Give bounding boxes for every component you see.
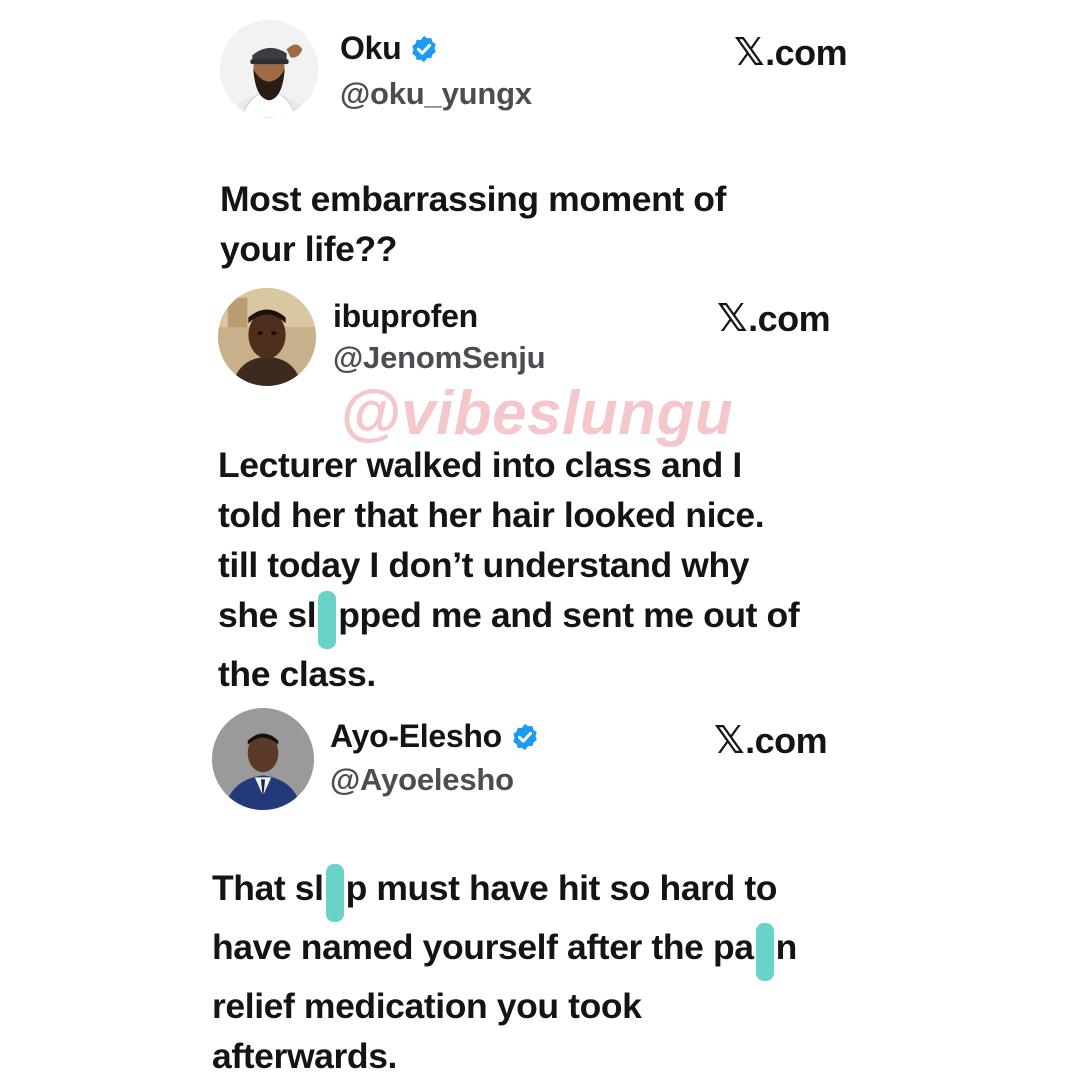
line-pre: That sl xyxy=(212,868,324,908)
line-pre: she sl xyxy=(218,595,317,635)
line-post: pped me and sent me out of xyxy=(338,595,800,635)
censor-mark xyxy=(755,923,774,981)
site-suffix: .com xyxy=(745,720,828,761)
tweet-line: That sl p must have hit so hard to xyxy=(212,863,797,922)
tweet-line: your life?? xyxy=(220,229,398,269)
tweet-line: Most embarrassing moment of xyxy=(220,179,727,219)
tweet-3-display-name[interactable]: Ayo-Elesho xyxy=(330,718,540,755)
site-suffix: .com xyxy=(748,298,831,339)
verified-badge-icon xyxy=(510,722,540,752)
tweet-3-site-label: 𝕏 .com xyxy=(714,718,828,762)
x-logo-icon: 𝕏 xyxy=(734,30,765,74)
verified-badge-icon xyxy=(409,34,439,64)
line-post: n xyxy=(775,927,798,967)
avatar-ibuprofen[interactable] xyxy=(218,288,316,386)
tweet-line: afterwards. xyxy=(212,1036,398,1076)
line-post: p must have hit so hard to xyxy=(345,868,778,908)
tweet-line: she sl pped me and sent me out of xyxy=(218,590,800,649)
tweet-3-text: That sl p must have hit so hard to have n… xyxy=(212,863,797,1081)
display-name-text: Oku xyxy=(340,30,402,66)
tweet-1-handle[interactable]: @oku_yungx xyxy=(340,76,532,112)
tweet-line: told her that her hair looked nice. xyxy=(218,495,765,535)
site-suffix: .com xyxy=(765,32,848,73)
display-name-text: Ayo-Elesho xyxy=(330,718,502,754)
censor-mark xyxy=(318,591,337,649)
tweet-line: relief medication you took xyxy=(212,986,642,1026)
tweet-line: have named yourself after the pa n xyxy=(212,922,797,981)
tweet-2-text: Lecturer walked into class and I told he… xyxy=(218,440,800,699)
tweet-1-text: Most embarrassing moment of your life?? xyxy=(220,174,726,274)
display-name-text: ibuprofen xyxy=(333,298,478,334)
x-logo-icon: 𝕏 xyxy=(714,718,745,762)
censor-mark xyxy=(325,864,344,922)
line-pre: have named yourself after the pa xyxy=(212,927,754,967)
tweet-1-display-name[interactable]: Oku xyxy=(340,30,439,67)
x-logo-icon: 𝕏 xyxy=(717,296,748,340)
tweet-2-handle[interactable]: @JenomSenju xyxy=(333,340,546,376)
avatar-ayo-elesho[interactable] xyxy=(212,708,314,810)
tweet-1-site-label: 𝕏 .com xyxy=(734,30,848,74)
tweet-line: the class. xyxy=(218,654,376,694)
tweet-2-site-label: 𝕏 .com xyxy=(717,296,831,340)
tweet-3-handle[interactable]: @Ayoelesho xyxy=(330,762,514,798)
watermark: @vibeslungu xyxy=(340,379,734,448)
tweet-line: till today I don’t understand why xyxy=(218,545,750,585)
avatar-oku[interactable] xyxy=(220,20,318,118)
tweet-2-display-name[interactable]: ibuprofen xyxy=(333,298,478,335)
